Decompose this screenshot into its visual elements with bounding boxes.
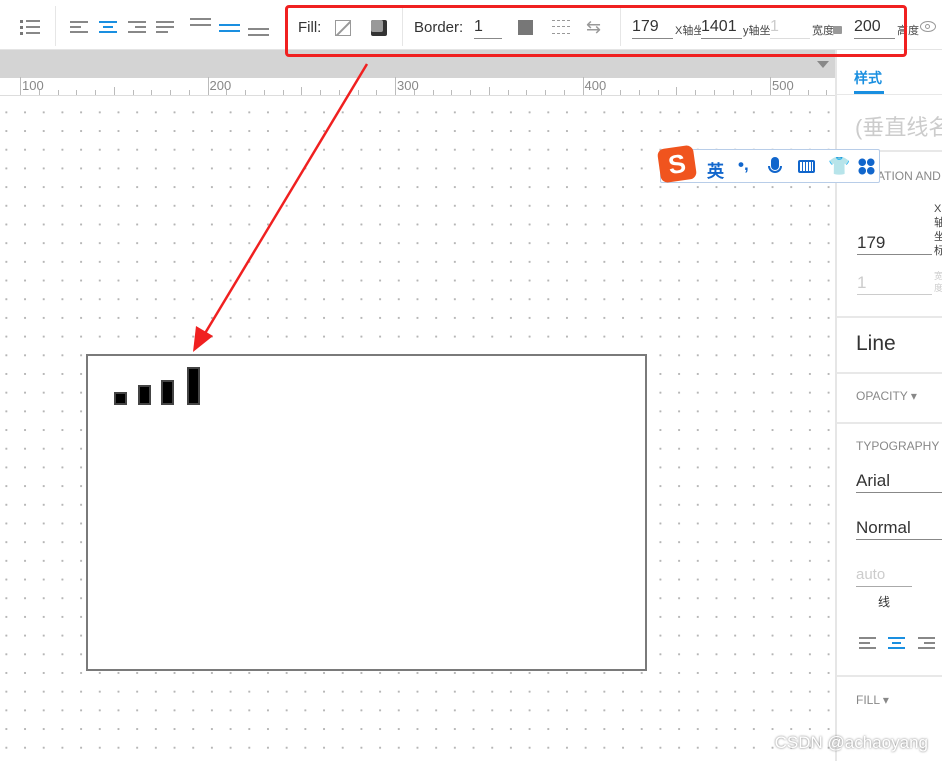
- keyboard-icon[interactable]: [798, 160, 815, 173]
- y-input[interactable]: 1401: [701, 17, 742, 39]
- shape-name[interactable]: (垂直线名: [855, 110, 942, 142]
- annotation-arrow: [193, 63, 369, 352]
- sogou-logo[interactable]: S: [656, 144, 698, 184]
- line-height-input[interactable]: auto: [856, 565, 912, 587]
- panel-align-left-icon[interactable]: [859, 637, 876, 649]
- tab-style[interactable]: 样式: [854, 68, 882, 88]
- skin-shirt-icon[interactable]: 👕: [828, 157, 850, 175]
- opacity-dropdown[interactable]: OPACITY ▾: [856, 389, 917, 403]
- watermark: CSDN @achaoyang: [774, 733, 928, 752]
- panel-align-center-icon[interactable]: [888, 637, 905, 649]
- toolbox-icon[interactable]: [858, 158, 875, 175]
- ime-toolbar: S 英 •, 👕: [656, 144, 880, 184]
- location-section-label: ATION AND: [877, 169, 941, 183]
- microphone-stand: [768, 166, 782, 173]
- panel-x-input[interactable]: 179: [857, 233, 932, 255]
- fill-dropdown[interactable]: FILL ▾: [856, 693, 889, 707]
- panel-align-right-icon[interactable]: [918, 637, 935, 649]
- font-weight-select[interactable]: Normal: [856, 518, 942, 540]
- ime-punctuation-toggle[interactable]: •,: [738, 155, 749, 175]
- typography-label: TYPOGRAPHY: [856, 439, 940, 453]
- ime-language-toggle[interactable]: 英: [707, 157, 724, 182]
- panel-width-input[interactable]: 1: [857, 273, 932, 295]
- line-height-label: 线: [878, 595, 891, 609]
- panel-width-label: 宽度: [934, 271, 942, 293]
- font-family-select[interactable]: Arial: [856, 471, 942, 493]
- panel-x-label: X轴坐标: [934, 203, 942, 257]
- line-style-label[interactable]: Line: [856, 332, 896, 356]
- highlight-box: [285, 5, 907, 57]
